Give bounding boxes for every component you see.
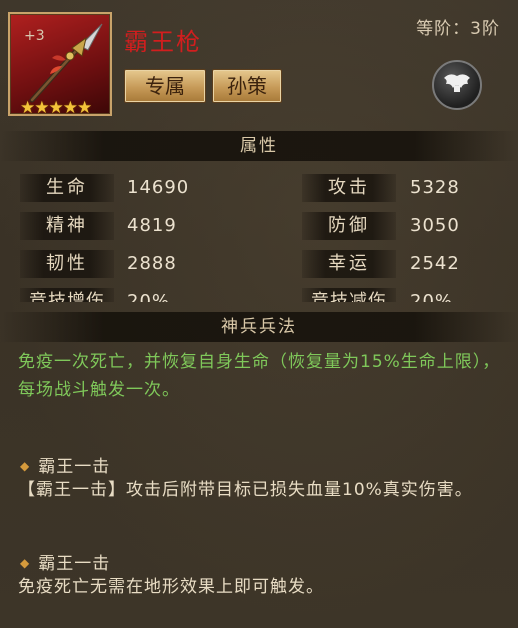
item-name: 霸王枪 xyxy=(124,28,202,56)
stat-label: 防御 xyxy=(302,212,396,240)
stat-value: 20% xyxy=(410,291,454,302)
tier-label: 等阶：3阶 xyxy=(416,19,500,39)
wings-emblem-icon xyxy=(442,72,472,98)
emblem-button[interactable] xyxy=(432,60,482,110)
effect-text: 【霸王一击】攻击后附带目标已损失血量10%真实伤害。 xyxy=(18,480,473,500)
stat-value: 14690 xyxy=(127,177,190,198)
hero-tag[interactable]: 孙策 xyxy=(212,69,282,103)
skill-description: 免疫一次死亡，并恢复自身生命（恢复量为15%生命上限），每场战斗触发一次。 xyxy=(18,352,501,400)
stat-label: 竞技减伤 xyxy=(302,288,396,302)
stat-value: 2888 xyxy=(127,253,177,274)
stat-label: 精神 xyxy=(20,212,114,240)
effect-title: ◆ 霸王一击 xyxy=(20,549,110,574)
effect-text: 免疫死亡无需在地形效果上即可触发。 xyxy=(18,577,324,597)
effect-title: ◆ 霸王一击 xyxy=(20,452,110,477)
stat-label: 韧性 xyxy=(20,250,114,278)
item-detail-panel: +3 ★★★★★ 霸王枪 等阶：3阶 专属 孙策 属性 生命 14690 攻击 … xyxy=(0,0,518,628)
stat-value: 20% xyxy=(127,291,171,302)
attributes-header: 属性 xyxy=(0,131,518,161)
stat-label: 竞技增伤 xyxy=(20,288,114,302)
attributes-table[interactable]: 生命 14690 攻击 5328 精神 4819 防御 3050 韧性 2888… xyxy=(0,168,518,302)
stat-label: 幸运 xyxy=(302,250,396,278)
exclusive-tag: 专属 xyxy=(124,69,206,103)
enhance-level: +3 xyxy=(24,28,45,44)
stat-row: 韧性 2888 幸运 2542 xyxy=(0,250,518,280)
stat-value: 2542 xyxy=(410,253,460,274)
item-icon-frame[interactable]: +3 ★★★★★ xyxy=(8,12,112,118)
stat-value: 4819 xyxy=(127,215,177,236)
stat-value: 5328 xyxy=(410,177,460,198)
star-rating: ★★★★★ xyxy=(20,98,92,118)
diamond-bullet-icon: ◆ xyxy=(20,556,31,570)
stat-value: 3050 xyxy=(410,215,460,236)
stat-label: 攻击 xyxy=(302,174,396,202)
stat-label: 生命 xyxy=(20,174,114,202)
effect-title-text: 霸王一击 xyxy=(38,554,111,574)
stat-row: 竞技增伤 20% 竞技减伤 20% xyxy=(0,288,518,302)
skill-header: 神兵兵法 xyxy=(0,312,518,342)
stat-row: 精神 4819 防御 3050 xyxy=(0,212,518,242)
effect-title-text: 霸王一击 xyxy=(38,457,111,477)
stat-row: 生命 14690 攻击 5328 xyxy=(0,174,518,204)
diamond-bullet-icon: ◆ xyxy=(20,459,31,473)
